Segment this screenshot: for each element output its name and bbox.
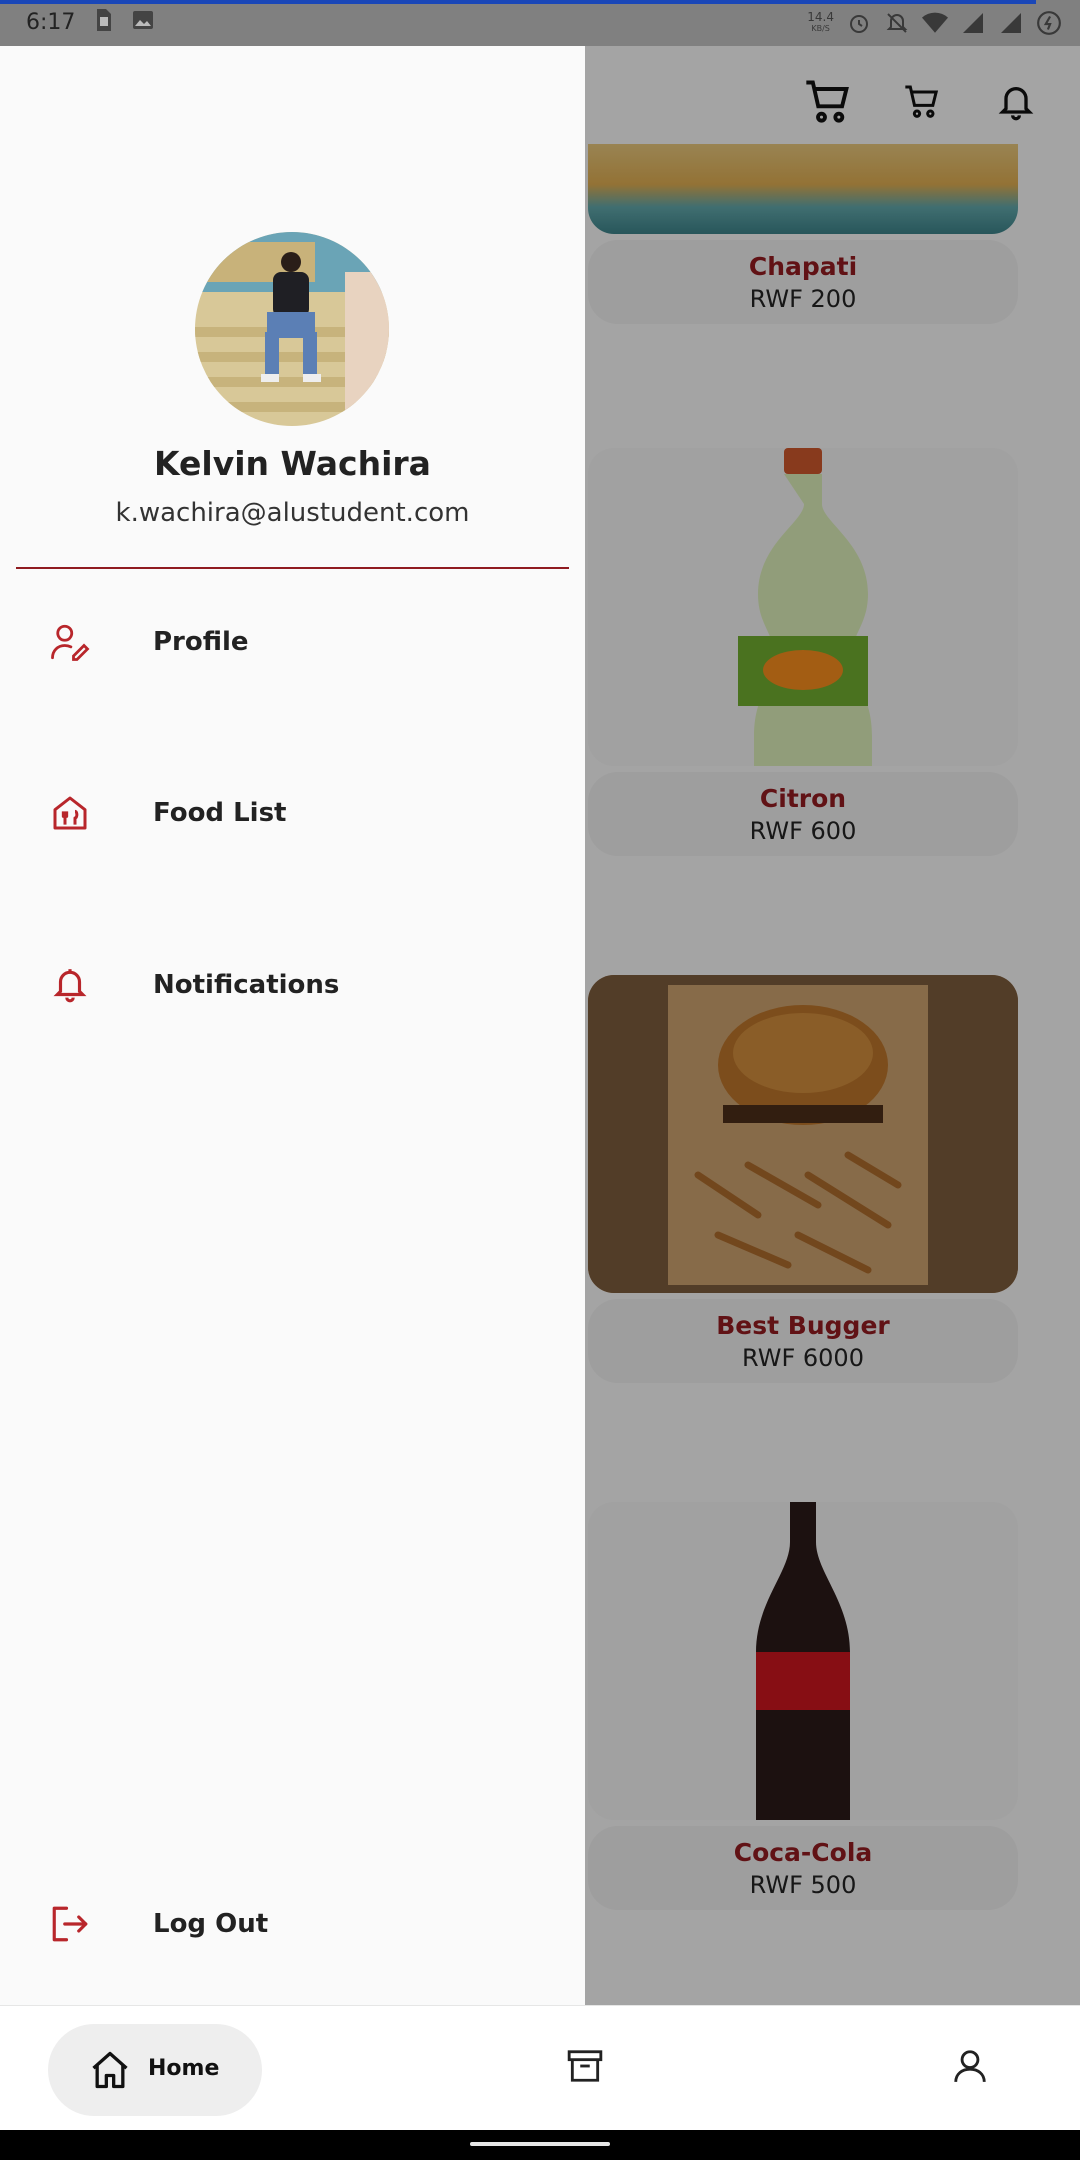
archive-icon[interactable] (561, 2042, 609, 2090)
menu-label: Notifications (153, 970, 340, 1000)
nav-home-label: Home (148, 2056, 220, 2081)
home-gesture-pill[interactable] (470, 2142, 610, 2146)
navigation-drawer: Kelvin Wachira k.wachira@alustudent.com … (0, 46, 585, 2005)
user-icon[interactable] (946, 2042, 994, 2090)
menu-item-food-list[interactable]: Food List (0, 758, 585, 868)
home-icon (92, 2051, 128, 2089)
status-left: 6:17 (26, 8, 155, 36)
restaurant-icon (48, 791, 92, 835)
image-icon (131, 8, 155, 36)
bell-icon (48, 963, 92, 1007)
menu-item-logout[interactable]: Log Out (0, 1869, 585, 1979)
nav-home-button[interactable]: Home (48, 2024, 262, 2116)
user-name: Kelvin Wachira (154, 444, 431, 483)
progress-line (0, 0, 1036, 4)
menu-label: Food List (153, 798, 287, 828)
system-navigation-bar (0, 2130, 1080, 2160)
bottom-navigation: Home (0, 2005, 1080, 2131)
menu-label: Profile (153, 627, 249, 657)
profile-edit-icon (48, 620, 92, 664)
menu-item-profile[interactable]: Profile (0, 587, 585, 697)
sim-card-icon (93, 8, 113, 36)
menu-item-notifications[interactable]: Notifications (0, 930, 585, 1040)
logout-label: Log Out (153, 1909, 269, 1939)
clock: 6:17 (26, 9, 76, 35)
avatar[interactable] (195, 232, 389, 426)
logout-icon (48, 1902, 92, 1946)
drawer-divider (16, 567, 569, 569)
user-email: k.wachira@alustudent.com (115, 498, 470, 528)
